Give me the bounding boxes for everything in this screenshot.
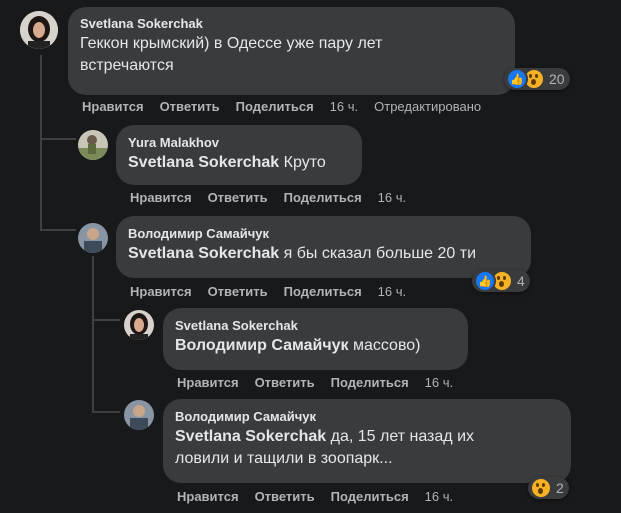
comment-text: Геккон крымский) в Одессе уже пару лет в…: [80, 35, 383, 74]
mention-link[interactable]: Svetlana Sokerchak: [128, 154, 279, 171]
like-button[interactable]: Нравится: [177, 375, 239, 390]
avatar[interactable]: [78, 223, 108, 253]
share-button[interactable]: Поделиться: [331, 489, 409, 504]
mention-link[interactable]: Svetlana Sokerchak: [128, 245, 279, 262]
wow-icon: [530, 477, 552, 499]
reaction-summary[interactable]: 2: [528, 477, 569, 499]
comment-text: Svetlana Sokerchak Круто: [128, 154, 326, 171]
comment-author[interactable]: Svetlana Sokerchak: [80, 16, 503, 31]
reply-button[interactable]: Ответить: [208, 284, 268, 299]
comment-text: Svetlana Sokerchak я бы сказал больше 20…: [128, 245, 477, 262]
share-button[interactable]: Поделиться: [331, 375, 409, 390]
mention-link[interactable]: Володимир Самайчук: [175, 337, 349, 354]
thread-branch: [92, 411, 120, 413]
comment-author[interactable]: Володимир Самайчук: [175, 409, 559, 424]
like-button[interactable]: Нравится: [130, 284, 192, 299]
timestamp[interactable]: 16 ч.: [425, 375, 453, 390]
like-button[interactable]: Нравится: [130, 190, 192, 205]
comment-actions: Нравится Ответить Поделиться 16 ч.: [130, 284, 422, 299]
avatar[interactable]: [78, 130, 108, 160]
comment-author[interactable]: Yura Malakhov: [128, 135, 350, 150]
comment-actions: Нравится Ответить Поделиться 16 ч.: [177, 375, 469, 390]
comment-text: Володимир Самайчук массово): [175, 337, 421, 354]
comment-text: Svetlana Sokerchak да, 15 лет назад их л…: [175, 428, 474, 467]
share-button[interactable]: Поделиться: [236, 99, 314, 114]
edited-label: Отредактировано: [374, 99, 482, 114]
comment-actions: Нравится Ответить Поделиться 16 ч. Отредакти…: [82, 99, 497, 114]
thread-branch: [40, 229, 76, 231]
timestamp[interactable]: 16 ч.: [378, 190, 406, 205]
thread-line: [40, 55, 42, 231]
reaction-summary[interactable]: 👍 4: [472, 270, 530, 292]
like-button[interactable]: Нравится: [177, 489, 239, 504]
share-button[interactable]: Поделиться: [284, 284, 362, 299]
share-button[interactable]: Поделиться: [284, 190, 362, 205]
thread-branch: [40, 138, 76, 140]
avatar[interactable]: [20, 11, 58, 49]
mention-link[interactable]: Svetlana Sokerchak: [175, 428, 326, 445]
comment-bubble: Svetlana Sokerchak Геккон крымский) в Од…: [68, 7, 515, 95]
thread-line: [92, 256, 94, 412]
comment-bubble: Володимир Самайчук Svetlana Sokerchak да…: [163, 399, 571, 483]
like-icon: 👍: [506, 68, 528, 90]
reaction-count: 4: [517, 273, 525, 289]
reaction-count: 20: [549, 71, 565, 87]
timestamp[interactable]: 16 ч.: [425, 489, 453, 504]
comment-author[interactable]: Володимир Самайчук: [128, 226, 519, 241]
like-icon: 👍: [474, 270, 496, 292]
avatar[interactable]: [124, 310, 154, 340]
timestamp[interactable]: 16 ч.: [330, 99, 358, 114]
comment-author[interactable]: Svetlana Sokerchak: [175, 318, 456, 333]
comment-bubble: Yura Malakhov Svetlana Sokerchak Круто: [116, 125, 362, 185]
reaction-summary[interactable]: 👍 20: [504, 68, 570, 90]
thread-branch: [92, 319, 120, 321]
avatar[interactable]: [124, 400, 154, 430]
like-button[interactable]: Нравится: [82, 99, 144, 114]
reply-button[interactable]: Ответить: [208, 190, 268, 205]
timestamp[interactable]: 16 ч.: [378, 284, 406, 299]
comment-bubble: Svetlana Sokerchak Володимир Самайчук ма…: [163, 308, 468, 370]
reply-button[interactable]: Ответить: [160, 99, 220, 114]
comment-bubble: Володимир Самайчук Svetlana Sokerchak я …: [116, 216, 531, 278]
comment-actions: Нравится Ответить Поделиться 16 ч.: [177, 489, 469, 504]
comment-actions: Нравится Ответить Поделиться 16 ч.: [130, 190, 422, 205]
reaction-count: 2: [556, 480, 564, 496]
reply-button[interactable]: Ответить: [255, 489, 315, 504]
reply-button[interactable]: Ответить: [255, 375, 315, 390]
